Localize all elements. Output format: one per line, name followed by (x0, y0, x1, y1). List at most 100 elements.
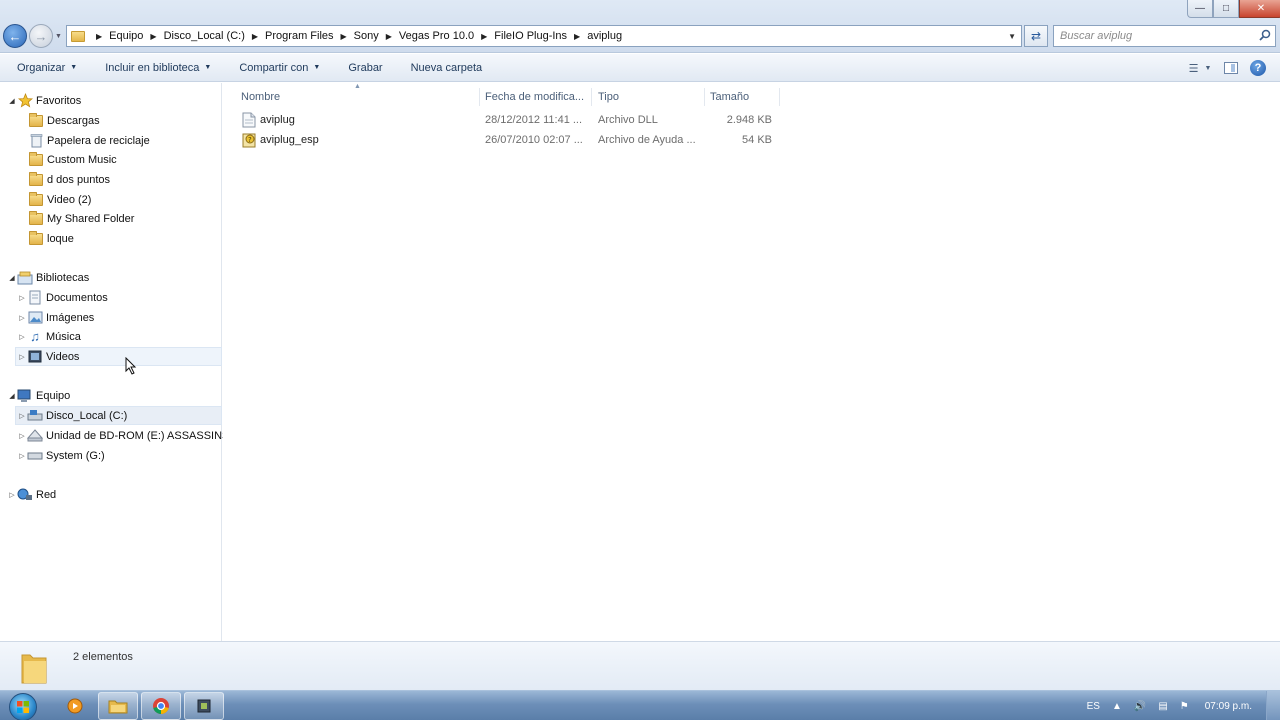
nav-item-custom-music[interactable]: Custom Music (28, 150, 117, 169)
refresh-button[interactable]: ⇄ (1024, 25, 1048, 47)
breadcrumb-disco-local[interactable]: Disco_Local (C:) (164, 30, 245, 42)
network-status-icon[interactable]: ▤ (1158, 701, 1167, 712)
chevron-right-icon[interactable]: ▶ (386, 32, 392, 41)
include-library-menu[interactable]: Incluir en biblioteca ▼ (95, 57, 221, 79)
column-header-label: Tipo (598, 91, 619, 103)
file-row[interactable]: aviplug 28/12/2012 11:41 ... Archivo DLL… (223, 111, 783, 131)
chevron-right-icon[interactable]: ▶ (481, 32, 487, 41)
preview-pane-icon[interactable] (1224, 62, 1238, 74)
nav-network[interactable]: ▷ Red (7, 485, 56, 504)
file-name: aviplug (260, 114, 295, 126)
address-bar[interactable]: ▶ Equipo ▶ Disco_Local (C:) ▶ Program Fi… (66, 25, 1022, 47)
collapse-icon[interactable]: ◢ (7, 392, 17, 400)
search-input[interactable]: Buscar aviplug (1053, 25, 1276, 47)
expand-icon[interactable]: ▷ (17, 412, 27, 420)
show-desktop-button[interactable] (1266, 691, 1280, 720)
refresh-icon: ⇄ (1030, 29, 1042, 43)
chevron-right-icon[interactable]: ▶ (252, 32, 258, 41)
organize-menu[interactable]: Organizar ▼ (7, 57, 87, 79)
breadcrumb-fileio-plugins[interactable]: FileIO Plug-Ins (494, 30, 567, 42)
breadcrumb-program-files[interactable]: Program Files (265, 30, 333, 42)
column-divider[interactable] (779, 88, 780, 106)
nav-item-papelera[interactable]: Papelera de reciclaje (28, 131, 150, 150)
column-header-size[interactable]: Tamaño (710, 87, 749, 107)
change-view-button[interactable]: ☰ ▼ (1182, 57, 1218, 79)
nav-item-my-shared-folder[interactable]: My Shared Folder (28, 209, 134, 228)
collapse-icon[interactable]: ◢ (7, 97, 17, 105)
show-hidden-icons[interactable]: ▲ (1112, 701, 1122, 712)
expand-icon[interactable]: ▷ (17, 452, 27, 460)
breadcrumb-sony[interactable]: Sony (354, 30, 379, 42)
breadcrumb-vegas-pro[interactable]: Vegas Pro 10.0 (399, 30, 474, 42)
clock[interactable]: 07:09 p.m. (1205, 701, 1252, 712)
address-dropdown-icon[interactable]: ▼ (1008, 32, 1016, 41)
breadcrumb-aviplug[interactable]: aviplug (587, 30, 622, 42)
back-button[interactable]: ← (3, 24, 27, 48)
language-indicator[interactable]: ES (1087, 701, 1100, 712)
folder-icon (71, 30, 85, 42)
help-icon[interactable]: ? (1250, 60, 1266, 76)
breadcrumb-label: Equipo (109, 30, 144, 42)
windows-logo-icon (17, 701, 29, 713)
column-header-type[interactable]: Tipo (598, 87, 619, 107)
expand-icon[interactable]: ▷ (17, 333, 27, 341)
nav-item-videos[interactable]: ▷ Videos (15, 347, 222, 366)
taskbar-chrome[interactable] (141, 692, 181, 720)
nav-libraries[interactable]: ◢ Bibliotecas (7, 268, 89, 287)
optical-drive-icon (27, 428, 43, 444)
forward-button[interactable]: → (29, 24, 53, 48)
nav-item-disco-local[interactable]: ▷ Disco_Local (C:) (15, 406, 222, 425)
search-icon[interactable] (1259, 29, 1271, 41)
expand-icon[interactable]: ▷ (17, 353, 27, 361)
taskbar-media-player[interactable] (55, 692, 95, 720)
expand-icon[interactable]: ▷ (17, 294, 27, 302)
file-row[interactable]: ? aviplug_esp 26/07/2010 02:07 ... Archi… (223, 131, 783, 151)
column-divider[interactable] (591, 88, 592, 106)
nav-computer[interactable]: ◢ Equipo (7, 386, 70, 405)
chevron-right-icon[interactable]: ▶ (341, 32, 347, 41)
burn-button[interactable]: Grabar (338, 57, 392, 79)
column-divider[interactable] (479, 88, 480, 106)
new-folder-button[interactable]: Nueva carpeta (401, 57, 493, 79)
collapse-icon[interactable]: ◢ (7, 274, 17, 282)
nav-item-video-2[interactable]: Video (2) (28, 190, 91, 209)
chevron-right-icon[interactable]: ▶ (96, 32, 102, 41)
chevron-right-icon[interactable]: ▶ (574, 32, 580, 41)
breadcrumb-equipo[interactable]: Equipo (109, 30, 143, 42)
minimize-button[interactable]: — (1187, 0, 1213, 18)
nav-libraries-label: Bibliotecas (36, 271, 90, 284)
share-with-menu[interactable]: Compartir con ▼ (229, 57, 330, 79)
nav-item-musica[interactable]: ▷ ♫ Música (17, 327, 81, 346)
nav-item-documentos[interactable]: ▷ Documentos (17, 288, 108, 307)
recent-pages-dropdown[interactable]: ▼ (55, 33, 62, 40)
arrow-right-icon: → (34, 28, 48, 44)
chevron-right-icon[interactable]: ▶ (150, 32, 156, 41)
column-divider[interactable] (704, 88, 705, 106)
nav-item-bd-rom[interactable]: ▷ Unidad de BD-ROM (E:) ASSASSINS (17, 426, 229, 445)
nav-item-loque[interactable]: loque (28, 229, 74, 248)
maximize-button[interactable]: □ (1213, 0, 1239, 18)
nav-favorites[interactable]: ◢ Favoritos (7, 91, 81, 110)
taskbar-explorer[interactable] (98, 692, 138, 720)
taskbar-app[interactable] (184, 692, 224, 720)
search-placeholder: Buscar aviplug (1060, 30, 1133, 42)
expand-icon[interactable]: ▷ (17, 432, 27, 440)
nav-item-imagenes[interactable]: ▷ Imágenes (17, 308, 94, 327)
column-header-date[interactable]: Fecha de modifica... (485, 87, 584, 107)
action-center-flag-icon[interactable]: ⚑ (1180, 701, 1189, 712)
nav-item-d-dos-puntos[interactable]: d dos puntos (28, 170, 110, 189)
expand-icon[interactable]: ▷ (7, 491, 17, 499)
volume-icon[interactable]: 🔊 (1134, 701, 1146, 712)
organize-label: Organizar (17, 61, 66, 74)
nav-item-label: Imágenes (46, 311, 95, 324)
nav-item-descargas[interactable]: Descargas (28, 111, 100, 130)
nav-item-label: Música (46, 330, 81, 343)
file-type: Archivo DLL (598, 114, 658, 126)
close-button[interactable]: ✕ (1239, 0, 1280, 18)
column-header-name[interactable]: Nombre (241, 87, 280, 107)
start-button[interactable] (9, 693, 37, 720)
expand-icon[interactable]: ▷ (17, 314, 27, 322)
nav-item-system-g[interactable]: ▷ System (G:) (17, 446, 104, 465)
chevron-down-icon: ▼ (70, 64, 78, 71)
hard-drive-icon (27, 408, 43, 424)
